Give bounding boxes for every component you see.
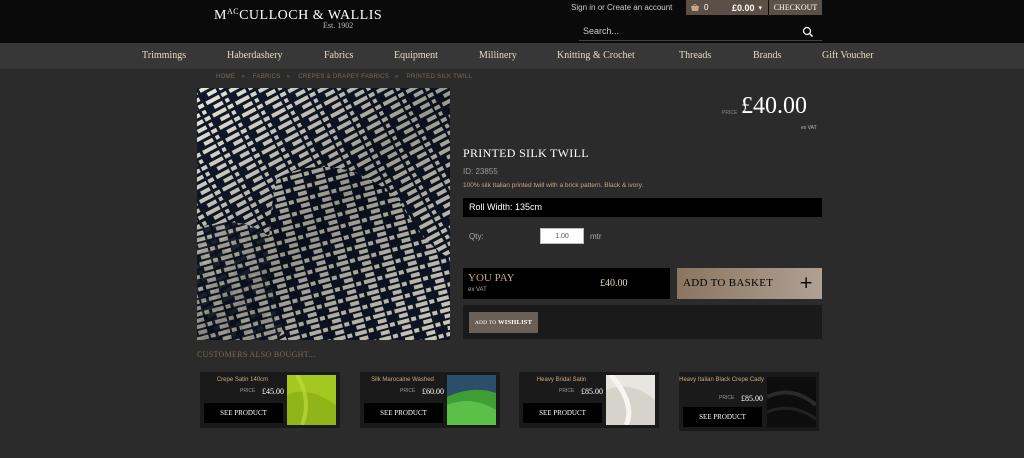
related-price: £85.00 — [741, 394, 763, 403]
see-product-button[interactable]: SEE PRODUCT — [523, 403, 602, 423]
price-label: PRICE — [722, 110, 738, 116]
fabric-swatch-image — [606, 375, 655, 425]
roll-width: Roll Width: 135cm — [463, 198, 822, 217]
related-product-card[interactable]: Crepe Satin 140cm PRICE £45.00 SEE PRODU… — [200, 372, 340, 428]
product-image[interactable] — [197, 88, 450, 340]
see-product-button[interactable]: SEE PRODUCT — [204, 403, 283, 423]
fabric-swatch-image — [447, 375, 496, 425]
nav-item-brands[interactable]: Brands — [753, 50, 781, 61]
you-pay-vat: ex VAT — [468, 287, 487, 293]
add-to-basket-label: ADD TO BASKET — [683, 277, 774, 289]
also-bought-heading: CUSTOMERS ALSO BOUGHT... — [197, 350, 316, 359]
related-product-name: Heavy Italian Black Crepe Cady — [679, 377, 764, 383]
related-product-name: Crepe Satin 140cm — [216, 377, 269, 383]
nav-item-millinery[interactable]: Millinery — [479, 50, 517, 61]
related-product-thumbnail[interactable] — [767, 377, 816, 427]
main-nav: Trimmings Haberdashery Fabrics Equipment… — [0, 43, 1024, 69]
breadcrumb-fabrics[interactable]: FABRICS — [253, 74, 281, 80]
site-logo[interactable]: MACCULLOCH & WALLIS — [214, 7, 382, 24]
checkout-button[interactable]: CHECKOUT — [769, 0, 822, 15]
search-bar — [579, 22, 822, 41]
you-pay-box: YOU PAY ex VAT £40.00 — [463, 268, 670, 299]
related-product-name: Silk Marocaine Washed — [371, 377, 434, 383]
related-price-label: PRICE — [400, 388, 416, 394]
qty-label: Qty: — [469, 232, 484, 241]
search-icon[interactable] — [801, 25, 815, 39]
nav-item-threads[interactable]: Threads — [679, 50, 711, 61]
related-price: £60.00 — [422, 387, 444, 396]
fabric-pattern-image — [197, 88, 450, 340]
basket-icon — [691, 3, 699, 11]
see-product-button[interactable]: SEE PRODUCT — [683, 407, 762, 427]
nav-item-trimmings[interactable]: Trimmings — [142, 50, 186, 61]
nav-item-fabrics[interactable]: Fabrics — [324, 50, 353, 61]
sign-in-link[interactable]: Sign in — [571, 3, 595, 12]
quantity-input[interactable] — [540, 228, 584, 244]
related-product-thumbnail[interactable] — [287, 375, 336, 425]
see-product-button[interactable]: SEE PRODUCT — [364, 403, 443, 423]
related-price-label: PRICE — [559, 388, 575, 394]
related-product-card[interactable]: Heavy Bridal Satin PRICE £85.00 SEE PROD… — [519, 372, 659, 428]
price-vat-note: ex VAT — [801, 125, 817, 131]
add-to-basket-button[interactable]: ADD TO BASKET + — [677, 268, 822, 299]
logo-established: Est. 1902 — [323, 21, 354, 30]
cart-total: £0.00 — [732, 2, 755, 13]
nav-item-haberdashery[interactable]: Haberdashery — [227, 50, 283, 61]
account-links: Sign in or Create an account — [571, 3, 673, 12]
nav-item-gift-voucher[interactable]: Gift Voucher — [822, 50, 874, 61]
breadcrumb-current: PRINTED SILK TWILL — [406, 74, 473, 80]
nav-item-knitting-crochet[interactable]: Knitting & Crochet — [557, 50, 635, 61]
related-price-label: PRICE — [719, 395, 735, 401]
you-pay-value: £40.00 — [600, 278, 628, 289]
breadcrumb-home[interactable]: HOME — [216, 74, 235, 80]
wishlist-row: ADD TO WISHLIST — [463, 305, 822, 339]
search-input[interactable] — [583, 24, 793, 38]
top-bar: MACCULLOCH & WALLIS Est. 1902 Sign in or… — [0, 0, 1024, 43]
related-price-label: PRICE — [240, 388, 256, 394]
product-title: PRINTED SILK TWILL — [463, 146, 589, 160]
nav-item-equipment[interactable]: Equipment — [394, 50, 438, 61]
breadcrumb-crepes[interactable]: CREPES & DRAPEY FABRICS — [298, 74, 389, 80]
cart-summary[interactable]: 0 £0.00 ▾ — [686, 0, 768, 15]
related-product-name: Heavy Bridal Satin — [536, 377, 587, 383]
plus-icon: + — [799, 273, 814, 293]
related-product-card[interactable]: Heavy Italian Black Crepe Cady PRICE £85… — [679, 372, 819, 431]
related-product-thumbnail[interactable] — [606, 375, 655, 425]
product-description: 100% silk Italian printed twill with a b… — [463, 182, 644, 189]
add-to-wishlist-button[interactable]: ADD TO WISHLIST — [469, 312, 538, 333]
fabric-swatch-image — [767, 377, 816, 427]
fabric-swatch-image — [287, 375, 336, 425]
qty-unit: mtr — [590, 232, 602, 241]
product-id: ID: 23855 — [463, 167, 498, 176]
related-price: £85.00 — [581, 387, 603, 396]
related-product-thumbnail[interactable] — [447, 375, 496, 425]
cart-count: 0 — [704, 3, 709, 12]
you-pay-label: YOU PAY — [468, 272, 515, 284]
related-price: £45.00 — [262, 387, 284, 396]
chevron-down-icon: ▾ — [758, 4, 763, 12]
related-product-card[interactable]: Silk Marocaine Washed PRICE £60.00 SEE P… — [360, 372, 500, 428]
product-price: £40.00 — [741, 93, 807, 119]
create-account-link[interactable]: Create an account — [607, 3, 672, 12]
breadcrumb: HOME» FABRICS» CREPES & DRAPEY FABRICS» … — [216, 74, 473, 80]
